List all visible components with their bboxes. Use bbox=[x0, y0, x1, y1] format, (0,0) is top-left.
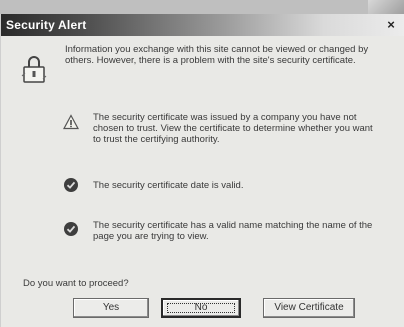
intro-text: Information you exchange with this site … bbox=[65, 44, 369, 66]
proceed-question: Do you want to proceed? bbox=[23, 278, 129, 289]
certificate-date-text: The security certificate date is valid. bbox=[93, 180, 244, 191]
yes-button-label: Yes bbox=[102, 302, 120, 313]
close-icon[interactable]: × bbox=[383, 17, 399, 33]
warning-icon bbox=[63, 114, 79, 130]
view-certificate-button[interactable]: View Certificate bbox=[263, 298, 355, 318]
certificate-trust-text: The security certificate was issued by a… bbox=[93, 112, 373, 145]
check-icon bbox=[64, 222, 78, 236]
dialog-title: Security Alert bbox=[6, 18, 87, 32]
no-button-label: No bbox=[194, 302, 208, 313]
lock-icon bbox=[21, 56, 47, 83]
certificate-name-text: The security certificate has a valid nam… bbox=[93, 220, 373, 242]
no-button[interactable]: No bbox=[161, 298, 241, 318]
view-certificate-button-label: View Certificate bbox=[274, 302, 344, 313]
check-icon bbox=[64, 178, 78, 192]
security-alert-dialog: Security Alert × Information you exchang… bbox=[0, 14, 404, 327]
yes-button[interactable]: Yes bbox=[73, 298, 149, 318]
title-bar[interactable]: Security Alert × bbox=[1, 14, 404, 36]
